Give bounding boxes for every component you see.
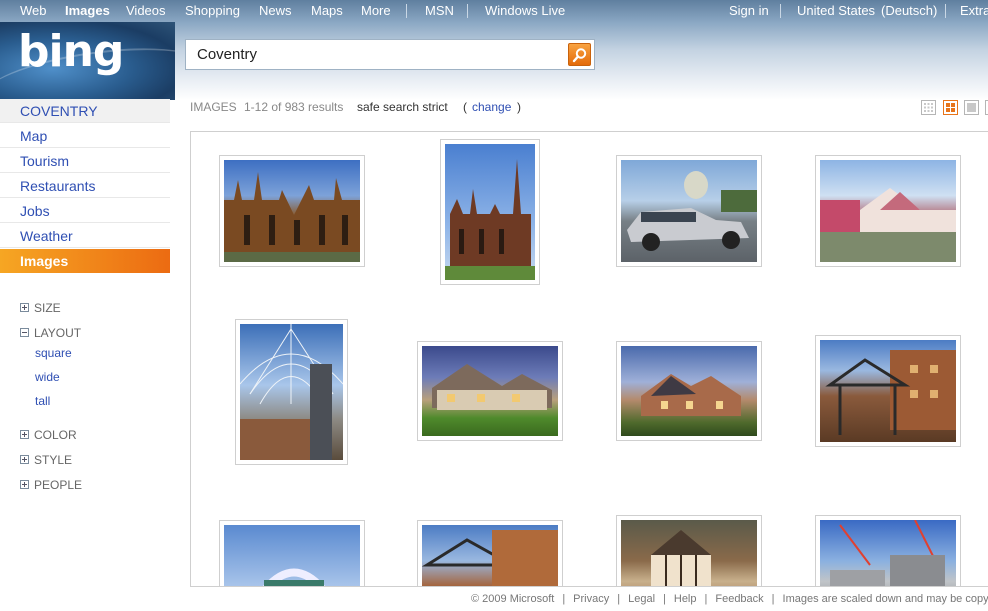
filter-layout[interactable]: LAYOUT bbox=[20, 326, 81, 340]
filter-color[interactable]: COLOR bbox=[20, 428, 77, 442]
language-link[interactable]: (Deutsch) bbox=[881, 3, 937, 18]
large-thumbnails-icon[interactable] bbox=[964, 100, 979, 115]
sidebar-item-weather[interactable]: Weather bbox=[0, 224, 170, 248]
header: Web Images Videos Shopping News Maps Mor… bbox=[0, 0, 988, 100]
country-link[interactable]: United States bbox=[797, 3, 875, 18]
image-results-grid bbox=[190, 131, 988, 587]
sidebar-item-tourism[interactable]: Tourism bbox=[0, 149, 170, 173]
filter-size[interactable]: SIZE bbox=[20, 301, 61, 315]
copyright-text: © 2009 Microsoft bbox=[471, 593, 555, 605]
nav-msn[interactable]: MSN bbox=[425, 3, 454, 18]
layout-option-square[interactable]: square bbox=[35, 346, 72, 360]
filter-style-label: STYLE bbox=[34, 453, 73, 467]
image-result-brick-house[interactable] bbox=[616, 341, 762, 441]
footer: © 2009 Microsoft | Privacy | Legal | Help | Feed… bbox=[467, 593, 988, 605]
image-result-tudor-building[interactable] bbox=[616, 515, 762, 586]
sidebar-item-restaurants[interactable]: Restaurants bbox=[0, 174, 170, 198]
image-result-victorian-house[interactable] bbox=[815, 155, 961, 267]
search-icon bbox=[572, 48, 587, 63]
copyright-notice: Images are scaled down and may be copyri… bbox=[782, 593, 988, 605]
sidebar-item-images[interactable]: Images bbox=[0, 249, 170, 273]
legal-link[interactable]: Legal bbox=[628, 593, 655, 605]
help-link[interactable]: Help bbox=[674, 593, 697, 605]
top-navigation: Web Images Videos Shopping News Maps Mor… bbox=[0, 0, 988, 22]
expand-icon bbox=[20, 480, 29, 489]
sidebar-item-jobs[interactable]: Jobs bbox=[0, 199, 170, 223]
filter-people[interactable]: PEOPLE bbox=[20, 478, 82, 492]
safe-search-status: safe search strict bbox=[357, 100, 448, 114]
nav-images[interactable]: Images bbox=[65, 3, 110, 18]
footer-separator: | bbox=[617, 593, 621, 605]
feedback-link[interactable]: Feedback bbox=[715, 593, 763, 605]
filter-size-label: SIZE bbox=[34, 301, 61, 315]
layout-option-wide[interactable]: wide bbox=[35, 370, 60, 384]
nav-separator bbox=[467, 4, 468, 18]
footer-separator: | bbox=[771, 593, 775, 605]
search-box bbox=[185, 39, 595, 70]
nav-windows-live[interactable]: Windows Live bbox=[485, 3, 565, 18]
image-result-hotel-canopy[interactable] bbox=[417, 520, 563, 586]
paren-open: ( bbox=[463, 100, 467, 114]
search-input[interactable] bbox=[186, 40, 561, 69]
image-result-hotel-entrance[interactable] bbox=[815, 335, 961, 447]
privacy-link[interactable]: Privacy bbox=[573, 593, 609, 605]
footer-separator: | bbox=[704, 593, 708, 605]
results-count: 1-12 of 983 results bbox=[244, 100, 344, 114]
expand-icon bbox=[20, 455, 29, 464]
sign-in-link[interactable]: Sign in bbox=[729, 3, 769, 18]
image-result-arena-arch[interactable] bbox=[219, 520, 365, 586]
extras-link[interactable]: Extra bbox=[960, 3, 988, 18]
logo-banner: bing bbox=[0, 22, 175, 100]
sidebar-item-coventry[interactable]: COVENTRY bbox=[0, 99, 170, 123]
filter-style[interactable]: STYLE bbox=[20, 453, 72, 467]
image-result-construction-site[interactable] bbox=[815, 515, 961, 586]
small-thumbnails-icon[interactable] bbox=[921, 100, 936, 115]
expand-icon bbox=[20, 303, 29, 312]
nav-shopping[interactable]: Shopping bbox=[185, 3, 240, 18]
collapse-icon bbox=[20, 328, 29, 337]
paren-close: ) bbox=[517, 100, 521, 114]
footer-separator: | bbox=[663, 593, 666, 605]
nav-separator bbox=[780, 4, 781, 18]
change-safe-search-link[interactable]: change bbox=[472, 100, 511, 114]
nav-web[interactable]: Web bbox=[20, 3, 47, 18]
image-result-cathedral-spire[interactable] bbox=[440, 139, 540, 285]
expand-icon bbox=[20, 430, 29, 439]
nav-more[interactable]: More bbox=[361, 3, 391, 18]
results-label: IMAGES bbox=[190, 100, 237, 114]
filter-layout-label: LAYOUT bbox=[34, 326, 82, 340]
filter-people-label: PEOPLE bbox=[34, 478, 83, 492]
search-button[interactable] bbox=[568, 43, 591, 66]
layout-option-tall[interactable]: tall bbox=[35, 394, 50, 408]
image-result-cathedral-ruins[interactable] bbox=[219, 155, 365, 267]
image-result-glass-dome[interactable] bbox=[235, 319, 348, 465]
footer-separator: | bbox=[562, 593, 566, 605]
filter-color-label: COLOR bbox=[34, 428, 77, 442]
nav-separator bbox=[945, 4, 946, 18]
nav-maps[interactable]: Maps bbox=[311, 3, 343, 18]
sidebar: COVENTRY Map Tourism Restaurants Jobs We… bbox=[0, 99, 170, 611]
image-result-suburban-house[interactable] bbox=[417, 341, 563, 441]
nav-videos[interactable]: Videos bbox=[126, 3, 166, 18]
medium-thumbnails-icon[interactable] bbox=[943, 100, 958, 115]
nav-news[interactable]: News bbox=[259, 3, 292, 18]
nav-separator bbox=[406, 4, 407, 18]
sidebar-item-map[interactable]: Map bbox=[0, 124, 170, 148]
bing-logo[interactable]: bing bbox=[18, 26, 124, 77]
image-result-jaguar-car[interactable] bbox=[616, 155, 762, 267]
